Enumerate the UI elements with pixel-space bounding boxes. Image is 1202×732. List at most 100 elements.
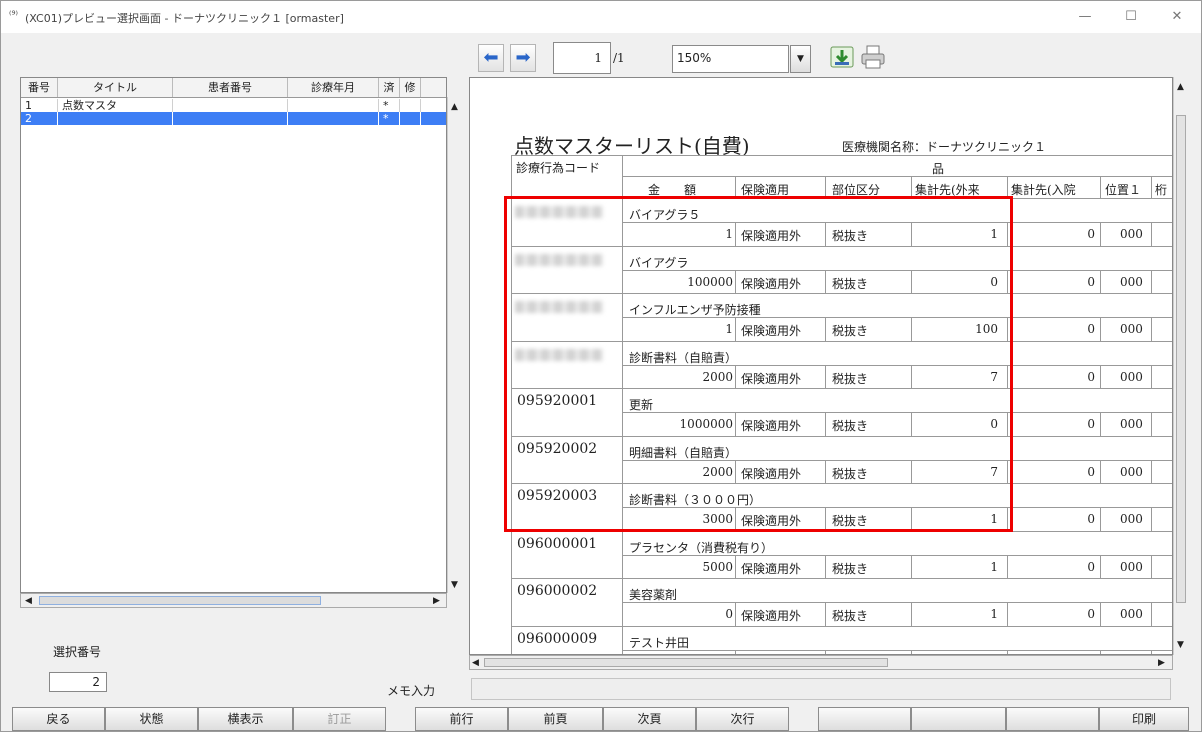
scroll-down-icon[interactable]: ▼ — [1177, 639, 1184, 651]
close-button[interactable]: ✕ — [1157, 5, 1197, 29]
row-done: * — [379, 112, 400, 125]
prev-line-button[interactable]: 前行 — [415, 707, 508, 731]
item-pos1: 000 — [1120, 369, 1143, 384]
item-insurance: 保険適用外 — [741, 561, 802, 576]
row-title: 点数マスタ — [58, 99, 173, 112]
row-patient — [173, 99, 288, 112]
item-code: 096000001 — [517, 535, 598, 552]
row-done: * — [379, 99, 400, 112]
selection-number-label: 選択番号 — [53, 645, 102, 659]
list-header: 番号 タイトル 患者番号 診療年月 済 修 — [21, 78, 446, 98]
arrow-left-icon: ⬅ — [483, 47, 499, 68]
page-number-input[interactable]: 1 — [553, 42, 611, 74]
header-name: 品 — [932, 162, 945, 176]
item-tally-out: 1 — [990, 607, 998, 621]
page-total: /1 — [613, 51, 625, 65]
item-code: 096000009 — [517, 630, 598, 647]
col-month[interactable]: 診療年月 — [288, 78, 379, 97]
header-tally-in: 集計先(入院 — [1011, 183, 1076, 197]
col-patient-number[interactable]: 患者番号 — [173, 78, 288, 97]
next-page-button[interactable]: ➡ — [510, 44, 536, 72]
next-line-button[interactable]: 次行 — [696, 707, 789, 731]
item-tally-in: 0 — [1087, 322, 1095, 336]
scroll-right-icon[interactable]: ▶ — [433, 595, 440, 607]
chevron-down-icon[interactable]: ▼ — [790, 45, 811, 73]
row-patient — [173, 112, 288, 125]
selection-number-input[interactable]: 2 — [49, 672, 107, 692]
item-tally-in: 0 — [1087, 274, 1095, 289]
item-amount: 0 — [725, 607, 733, 621]
list-vertical-scrollbar[interactable]: ▲ ▼ — [447, 97, 462, 593]
row-month — [288, 112, 379, 125]
item-tally-in: 0 — [1087, 417, 1095, 431]
item-amount: 5000 — [702, 559, 733, 574]
correct-button[interactable]: 訂正 — [293, 707, 386, 731]
landscape-button[interactable]: 横表示 — [198, 707, 293, 731]
memo-label: メモ入力 — [387, 684, 436, 698]
preview-list: 番号 タイトル 患者番号 診療年月 済 修 1 点数マスタ * 2 * — [20, 77, 447, 593]
preview-horizontal-scrollbar[interactable]: ◀ ▶ — [469, 655, 1173, 670]
printer-icon[interactable] — [859, 44, 887, 72]
minimize-button[interactable]: — — [1065, 5, 1105, 29]
function-button-11[interactable] — [1006, 707, 1099, 731]
preview-vertical-scrollbar[interactable]: ▲ ▼ — [1173, 77, 1188, 655]
download-icon[interactable] — [828, 44, 856, 72]
col-done[interactable]: 済 — [379, 78, 400, 97]
maximize-button[interactable]: ☐ — [1111, 5, 1151, 29]
scroll-thumb[interactable] — [484, 658, 888, 667]
institution-name: 医療機関名称：ドーナツクリニック１ — [842, 140, 1047, 154]
header-code: 診療行為コード — [516, 161, 601, 175]
row-number: 1 — [21, 99, 58, 112]
table-row[interactable]: 1 点数マスタ * — [21, 99, 446, 112]
scroll-right-icon[interactable]: ▶ — [1158, 657, 1165, 669]
item-category: 税抜き — [832, 561, 869, 576]
item-tally-in: 0 — [1087, 607, 1095, 621]
highlight-box — [504, 196, 1013, 532]
print-button[interactable]: 印刷 — [1099, 707, 1189, 731]
item-pos1: 000 — [1120, 322, 1143, 336]
item-insurance: 保険適用外 — [741, 609, 802, 623]
arrow-right-icon: ➡ — [515, 47, 531, 68]
scroll-left-icon[interactable]: ◀ — [472, 657, 479, 669]
prev-page-footer-button[interactable]: 前頁 — [508, 707, 603, 731]
table-row-selected[interactable]: 2 * — [21, 112, 446, 125]
app-icon: ⁽⁹⁾ — [9, 10, 18, 21]
prev-page-button[interactable]: ⬅ — [478, 44, 504, 72]
preview-selection-window: ⁽⁹⁾ (XC01)プレビュー選択画面 - ドーナツクリニック１ [ormast… — [0, 0, 1202, 732]
list-horizontal-scrollbar[interactable]: ◀ ▶ — [20, 593, 447, 608]
item-code: 096000002 — [517, 583, 598, 599]
col-number[interactable]: 番号 — [21, 78, 58, 97]
back-button[interactable]: 戻る — [12, 707, 105, 731]
row-number: 2 — [21, 112, 58, 125]
item-tally-in: 0 — [1087, 559, 1095, 574]
header-pos1: 位置１ — [1105, 183, 1142, 197]
function-button-9[interactable] — [818, 707, 911, 731]
item-tally-out: 1 — [990, 559, 998, 574]
item-pos1: 000 — [1120, 607, 1143, 621]
memo-input[interactable] — [471, 678, 1171, 700]
item-name: 美容薬剤 — [629, 588, 678, 602]
item-tally-in: 0 — [1087, 512, 1095, 526]
scroll-down-icon[interactable]: ▼ — [451, 579, 458, 591]
row-title — [58, 112, 173, 125]
col-fix[interactable]: 修 — [400, 78, 421, 97]
item-tally-in: 0 — [1087, 227, 1095, 241]
scroll-up-icon[interactable]: ▲ — [1177, 81, 1184, 93]
status-button[interactable]: 状態 — [105, 707, 198, 731]
item-name: プラセンタ（消費税有り） — [629, 540, 774, 555]
item-name: テスト井田 — [629, 635, 690, 650]
item-pos1: 000 — [1120, 227, 1143, 241]
next-page-footer-button[interactable]: 次頁 — [603, 707, 696, 731]
scroll-thumb[interactable] — [1176, 115, 1186, 603]
item-pos1: 000 — [1120, 274, 1143, 289]
col-title[interactable]: タイトル — [58, 78, 173, 97]
item-pos1: 000 — [1120, 417, 1143, 431]
title-bar: ⁽⁹⁾ (XC01)プレビュー選択画面 - ドーナツクリニック１ [ormast… — [1, 1, 1201, 33]
scroll-thumb[interactable] — [39, 596, 321, 605]
function-button-10[interactable] — [911, 707, 1006, 731]
zoom-select[interactable]: 150% — [672, 45, 789, 73]
row-month — [288, 99, 379, 112]
item-tally-in: 0 — [1087, 369, 1095, 384]
scroll-left-icon[interactable]: ◀ — [25, 595, 32, 607]
scroll-up-icon[interactable]: ▲ — [451, 101, 458, 113]
